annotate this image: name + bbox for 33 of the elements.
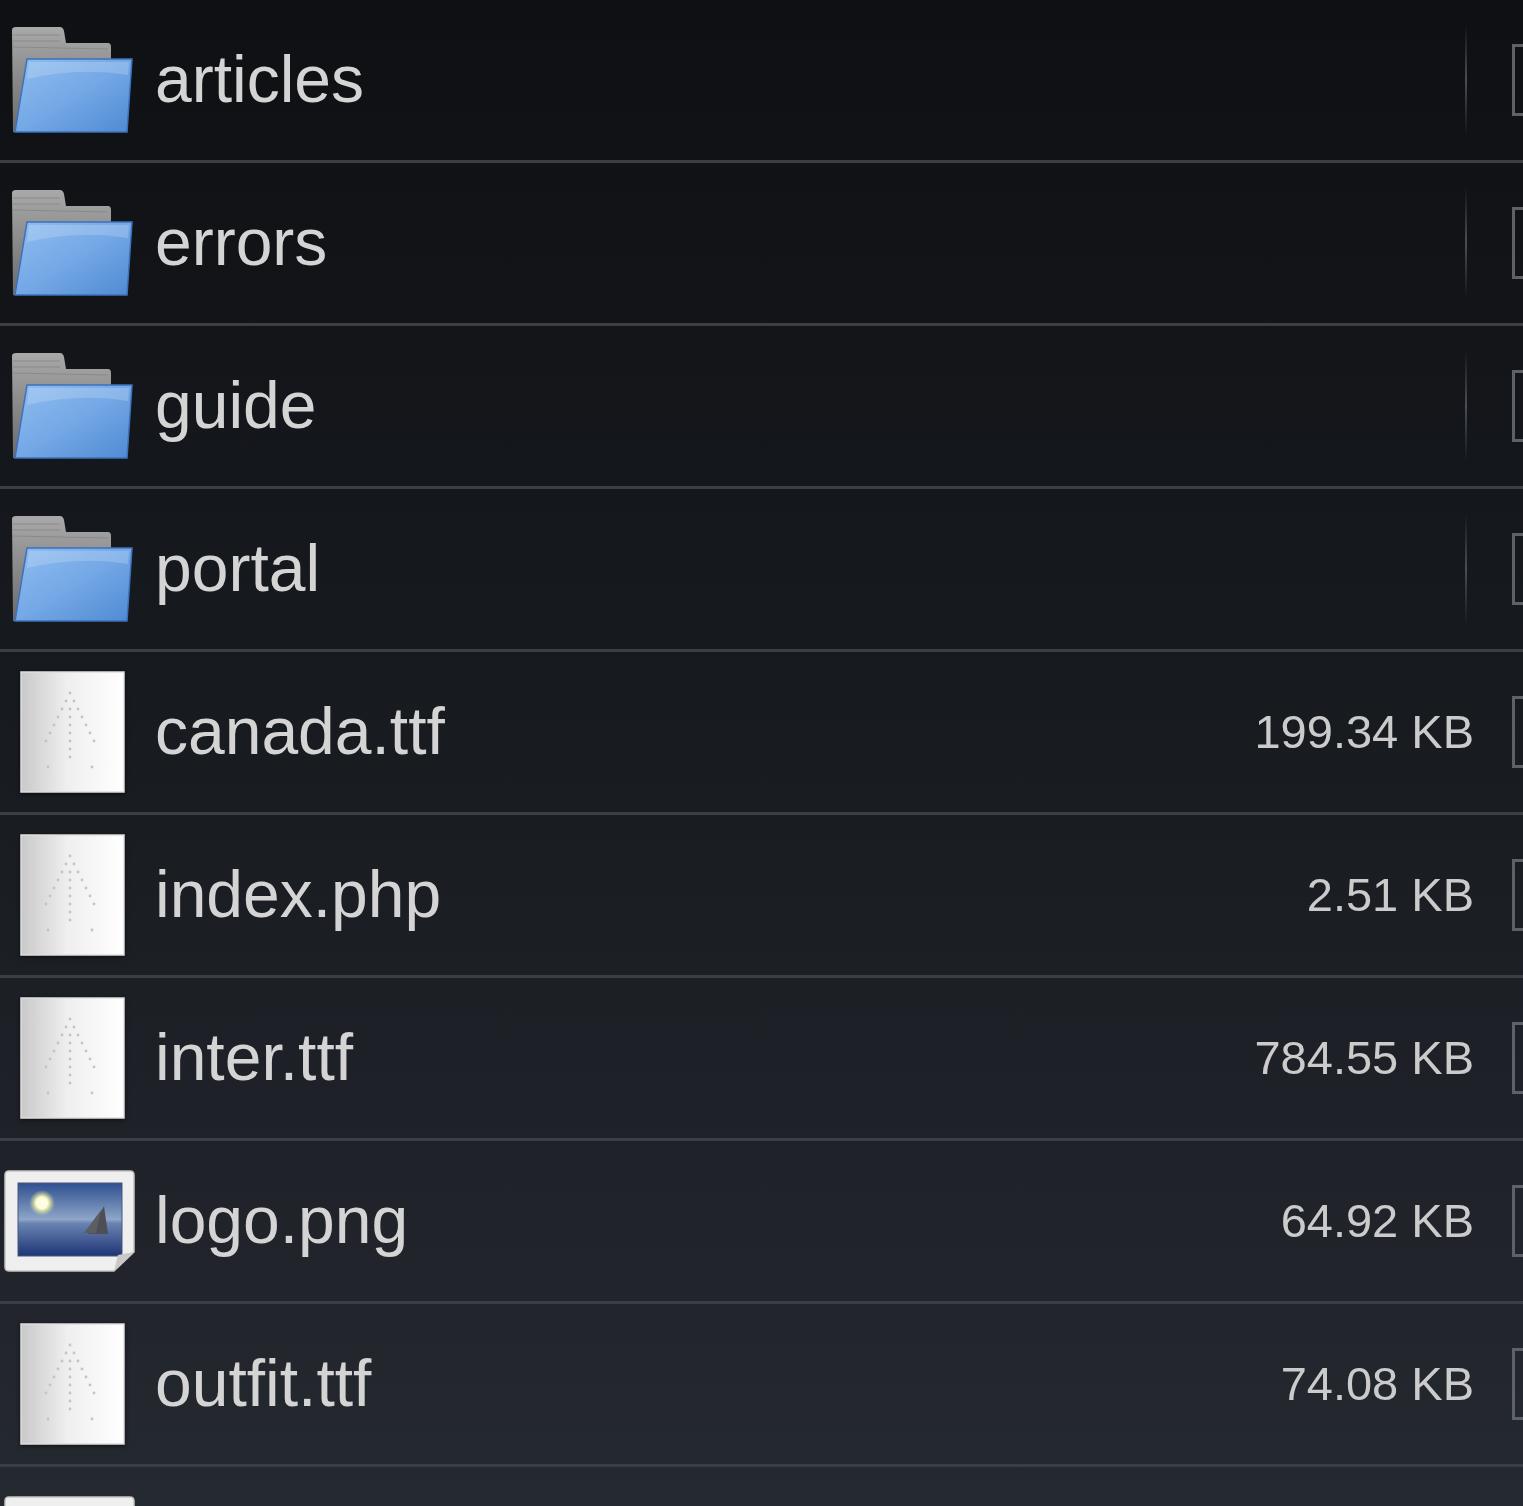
image-icon bbox=[4, 1170, 135, 1272]
file-name[interactable]: index.php bbox=[155, 857, 442, 933]
file-name[interactable]: guide bbox=[155, 368, 317, 444]
checkbox[interactable] bbox=[1512, 1348, 1523, 1420]
folder-icon bbox=[9, 352, 133, 460]
checkbox[interactable] bbox=[1512, 370, 1523, 442]
file-name[interactable]: portal bbox=[155, 531, 321, 607]
checkbox[interactable] bbox=[1512, 859, 1523, 931]
checkbox[interactable] bbox=[1512, 44, 1523, 116]
file-name[interactable]: outfit.ttf bbox=[155, 1346, 372, 1422]
file-icon bbox=[20, 997, 125, 1119]
folder-icon bbox=[9, 515, 133, 623]
folder-icon bbox=[9, 26, 133, 134]
file-name[interactable]: errors bbox=[155, 205, 328, 281]
folder-icon bbox=[9, 189, 133, 297]
file-size: 784.55 KB bbox=[1254, 1030, 1474, 1085]
image-icon bbox=[4, 1496, 135, 1506]
file-size: 199.34 KB bbox=[1254, 704, 1474, 759]
checkbox[interactable] bbox=[1512, 696, 1523, 768]
file-icon bbox=[20, 671, 125, 793]
file-size: 2.51 KB bbox=[1306, 867, 1474, 922]
file-name[interactable]: logo.png bbox=[155, 1183, 409, 1259]
file-size: 74.08 KB bbox=[1280, 1356, 1474, 1411]
file-size: 64.92 KB bbox=[1280, 1193, 1474, 1248]
file-icon bbox=[20, 1323, 125, 1445]
checkbox[interactable] bbox=[1512, 207, 1523, 279]
checkbox[interactable] bbox=[1512, 533, 1523, 605]
checkbox[interactable] bbox=[1512, 1022, 1523, 1094]
file-name[interactable]: inter.ttf bbox=[155, 1020, 354, 1096]
file-name[interactable]: articles bbox=[155, 42, 365, 118]
checkbox[interactable] bbox=[1512, 1185, 1523, 1257]
file-name[interactable]: canada.ttf bbox=[155, 694, 445, 770]
file-icon bbox=[20, 834, 125, 956]
